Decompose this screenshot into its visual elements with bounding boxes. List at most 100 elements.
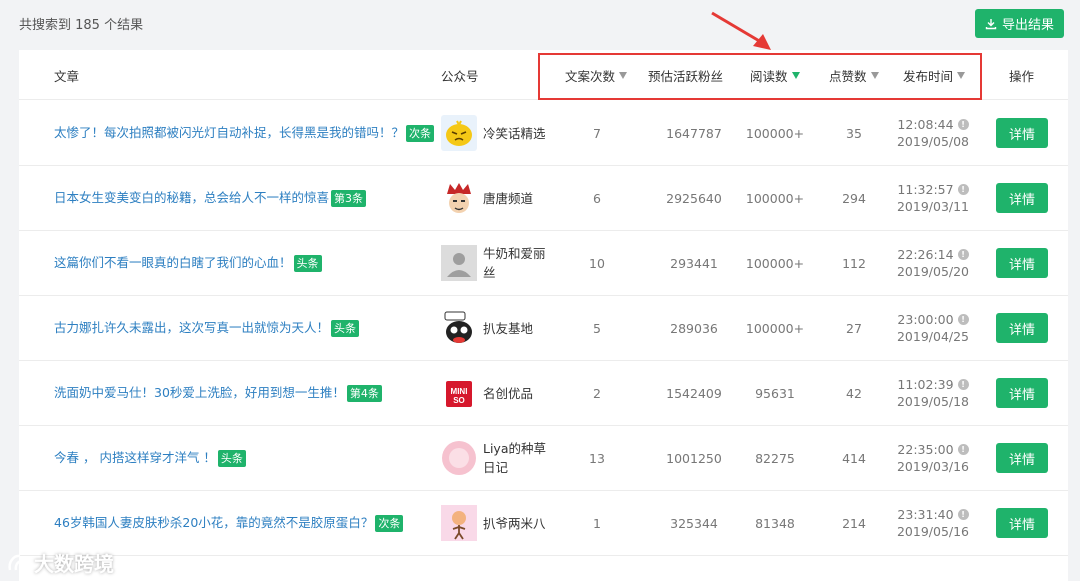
- account-name[interactable]: 牛奶和爱丽丝: [483, 244, 551, 282]
- info-icon[interactable]: !: [957, 249, 969, 260]
- detail-button[interactable]: 详情: [996, 508, 1048, 538]
- reads-cell: 82275: [755, 450, 795, 466]
- article-title-link[interactable]: 洗面奶中爱马仕！30秒爱上洗脸，好用到想一生推！: [54, 385, 345, 400]
- sort-down-icon: [957, 71, 966, 79]
- active-fans-cell: 289036: [670, 320, 718, 336]
- active-fans-cell: 293441: [670, 255, 718, 271]
- account-name[interactable]: 扒友基地: [483, 319, 533, 338]
- detail-button[interactable]: 详情: [996, 248, 1048, 278]
- pink-circle-avatar: [441, 440, 477, 476]
- table-row: 洗面奶中爱马仕！30秒爱上洗脸，好用到想一生推！ 第4条 MINI SO 名创优品 2 15…: [19, 361, 1068, 426]
- article-title-cell[interactable]: 日本女生变美变白的秘籍，总会给人不一样的惊喜 第3条: [54, 166, 434, 230]
- position-tag: 头条: [217, 450, 246, 467]
- svg-text:MINI: MINI: [451, 387, 468, 396]
- active-fans-cell: 1542409: [666, 385, 722, 401]
- detail-button[interactable]: 详情: [996, 378, 1048, 408]
- article-title-cell[interactable]: 古力娜扎许久未露出，这次写真一出就惊为天人！ 头条: [54, 296, 434, 360]
- account-name[interactable]: Liya的种草日记: [483, 439, 551, 477]
- position-tag: 头条: [293, 255, 322, 272]
- export-label: 导出结果: [1001, 18, 1054, 33]
- copy-count-cell: 5: [593, 320, 601, 336]
- top-bar: 共搜索到 185 个结果 导出结果: [0, 0, 1080, 48]
- copy-count-cell: 13: [589, 450, 605, 466]
- publish-time: 23:00:00: [897, 312, 954, 327]
- publish-time: 22:26:14: [897, 247, 954, 262]
- publish-time-cell: 11:02:39! 2019/05/18: [883, 361, 983, 425]
- likes-cell: 414: [842, 450, 866, 466]
- position-tag: 次条: [375, 515, 404, 532]
- annotation-arrow: [711, 11, 771, 50]
- detail-button[interactable]: 详情: [996, 118, 1048, 148]
- col-active-fans[interactable]: 预估活跃粉丝: [648, 50, 723, 100]
- info-icon[interactable]: !: [957, 314, 969, 325]
- article-title-cell[interactable]: 洗面奶中爱马仕！30秒爱上洗脸，好用到想一生推！ 第4条: [54, 361, 434, 425]
- article-title-cell[interactable]: 太惨了！每次拍照都被闪光灯自动补捉，长得黑是我的错吗！？ 次条: [54, 101, 435, 165]
- active-fans-cell: 1001250: [666, 450, 722, 466]
- publish-time-cell: 23:31:40! 2019/05/16: [883, 491, 983, 555]
- active-fans-cell: 325344: [670, 515, 718, 531]
- account-name[interactable]: 冷笑话精选: [483, 124, 546, 143]
- position-tag: 头条: [331, 320, 360, 337]
- info-icon[interactable]: !: [957, 379, 969, 390]
- sort-down-icon: [870, 71, 879, 79]
- col-reads[interactable]: 阅读数: [750, 50, 800, 100]
- account-cell[interactable]: 扒友基地: [441, 296, 551, 360]
- position-tag: 第4条: [346, 385, 382, 402]
- likes-cell: 35: [846, 125, 862, 141]
- watermark: 大数跨境: [6, 548, 114, 577]
- account-name[interactable]: 唐唐频道: [483, 189, 533, 208]
- account-cell[interactable]: 牛奶和爱丽丝: [441, 231, 551, 295]
- copy-count-cell: 6: [593, 190, 601, 206]
- article-title-link[interactable]: 46岁韩国人妻皮肤秒杀20小花，靠的竟然不是胶原蛋白？: [54, 515, 373, 530]
- account-name[interactable]: 名创优品: [483, 384, 533, 403]
- publish-date: 2019/05/18: [896, 394, 970, 409]
- detail-button[interactable]: 详情: [996, 443, 1048, 473]
- publish-date: 2019/05/20: [896, 264, 970, 279]
- table-row: 这篇你们不看一眼真的白瞎了我们的心血！ 头条 牛奶和爱丽丝 10 293441 10000…: [19, 231, 1068, 296]
- account-cell[interactable]: 唐唐频道: [441, 166, 551, 230]
- copy-count-cell: 7: [593, 125, 601, 141]
- col-copy-count[interactable]: 文案次数: [565, 50, 628, 100]
- account-cell[interactable]: Liya的种草日记: [441, 426, 551, 490]
- copy-count-cell: 10: [589, 255, 605, 271]
- info-icon[interactable]: !: [957, 509, 969, 520]
- account-cell[interactable]: 冷笑话精选: [441, 101, 551, 165]
- detail-button[interactable]: 详情: [996, 183, 1048, 213]
- article-title-cell[interactable]: 这篇你们不看一眼真的白瞎了我们的心血！ 头条: [54, 231, 434, 295]
- reads-cell: 81348: [755, 515, 795, 531]
- table-header: 文章 公众号 文案次数 预估活跃粉丝 阅读数 点赞数 发布时间 操作: [19, 50, 1068, 100]
- account-cell[interactable]: 扒爷两米八: [441, 491, 551, 555]
- info-icon[interactable]: !: [957, 184, 969, 195]
- article-title-link[interactable]: 太惨了！每次拍照都被闪光灯自动补捉，长得黑是我的错吗！？: [54, 125, 404, 140]
- col-account: 公众号: [441, 68, 479, 84]
- results-table: 文章 公众号 文案次数 预估活跃粉丝 阅读数 点赞数 发布时间 操作 太惨了！每…: [19, 50, 1068, 581]
- account-cell[interactable]: MINI SO 名创优品: [441, 361, 551, 425]
- publish-time: 22:35:00: [897, 442, 954, 457]
- article-title-link[interactable]: 今春 ， 内搭这样穿才洋气 ！: [54, 450, 216, 465]
- result-count: 共搜索到 185 个结果: [19, 18, 144, 33]
- col-publish-time[interactable]: 发布时间: [903, 50, 966, 100]
- export-results-button[interactable]: 导出结果: [975, 9, 1064, 38]
- col-likes[interactable]: 点赞数: [829, 50, 879, 100]
- article-title-link[interactable]: 这篇你们不看一眼真的白瞎了我们的心血！: [54, 255, 292, 270]
- article-title-link[interactable]: 日本女生变美变白的秘籍，总会给人不一样的惊喜: [54, 190, 329, 205]
- publish-date: 2019/03/11: [896, 199, 970, 214]
- article-title-link[interactable]: 古力娜扎许久未露出，这次写真一出就惊为天人！: [54, 320, 329, 335]
- detail-button[interactable]: 详情: [996, 313, 1048, 343]
- publish-date: 2019/05/08: [896, 134, 970, 149]
- article-title-cell[interactable]: 46岁韩国人妻皮肤秒杀20小花，靠的竟然不是胶原蛋白？ 次条: [54, 491, 434, 555]
- info-icon[interactable]: !: [957, 119, 969, 130]
- table-row: 太惨了！每次拍照都被闪光灯自动补捉，长得黑是我的错吗！？ 次条 冷笑话精选 7 1647…: [19, 101, 1068, 166]
- table-row: 日本女生变美变白的秘籍，总会给人不一样的惊喜 第3条 唐唐频道 6 2925640 100…: [19, 166, 1068, 231]
- account-name[interactable]: 扒爷两米八: [483, 514, 546, 533]
- publish-time: 12:08:44: [897, 117, 954, 132]
- black-cartoon-avatar: [441, 310, 477, 346]
- article-title-cell[interactable]: 今春 ， 内搭这样穿才洋气 ！头条: [54, 426, 434, 490]
- publish-date: 2019/05/16: [896, 524, 970, 539]
- info-icon[interactable]: !: [957, 444, 969, 455]
- download-icon: [985, 18, 997, 29]
- cartoon-king-avatar: [441, 180, 477, 216]
- position-tag: 次条: [406, 125, 435, 142]
- likes-cell: 27: [846, 320, 862, 336]
- col-article: 文章: [54, 68, 80, 84]
